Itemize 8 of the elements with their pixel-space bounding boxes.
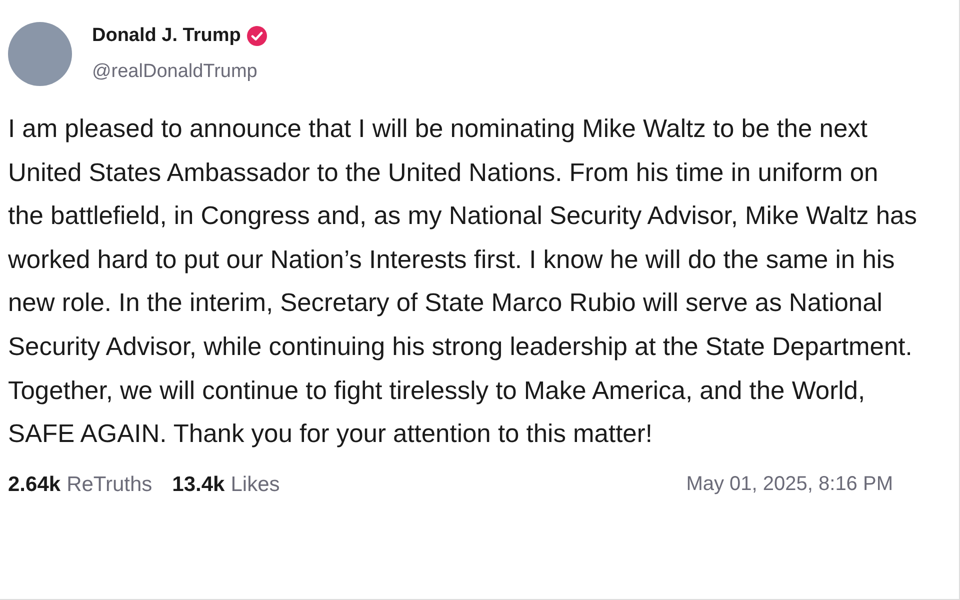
post-text: I am pleased to announce that I will be nominating Mike Waltz to be the next United States Ambassador to the United Nations. From his time in uniform on the battlefield, in Congress and, as my National Security Advisor, Mike Waltz has worked hard to put our Nation’s Interests first. I know he will do the same in his new role. In the interim, Secretary of State Marco Rubio will serve as National Security Advisor, while continuing his strong leadership at the State Department. Together, we will continue to fight tirelessly to Make America, and the World, SAFE AGAIN. Thank you for your attention to this matter! — [8, 114, 918, 450]
stat-label: ReTruths — [66, 472, 152, 497]
post-timestamp: May 01, 2025, 8:16 PM — [686, 473, 893, 496]
stat-label: Likes — [230, 472, 280, 497]
author-handle: @realDonaldTrump — [92, 61, 258, 83]
author-name: Donald J. Trump — [92, 25, 241, 47]
stat-count: 2.64k — [8, 472, 61, 497]
stat-count: 13.4k — [172, 472, 225, 497]
